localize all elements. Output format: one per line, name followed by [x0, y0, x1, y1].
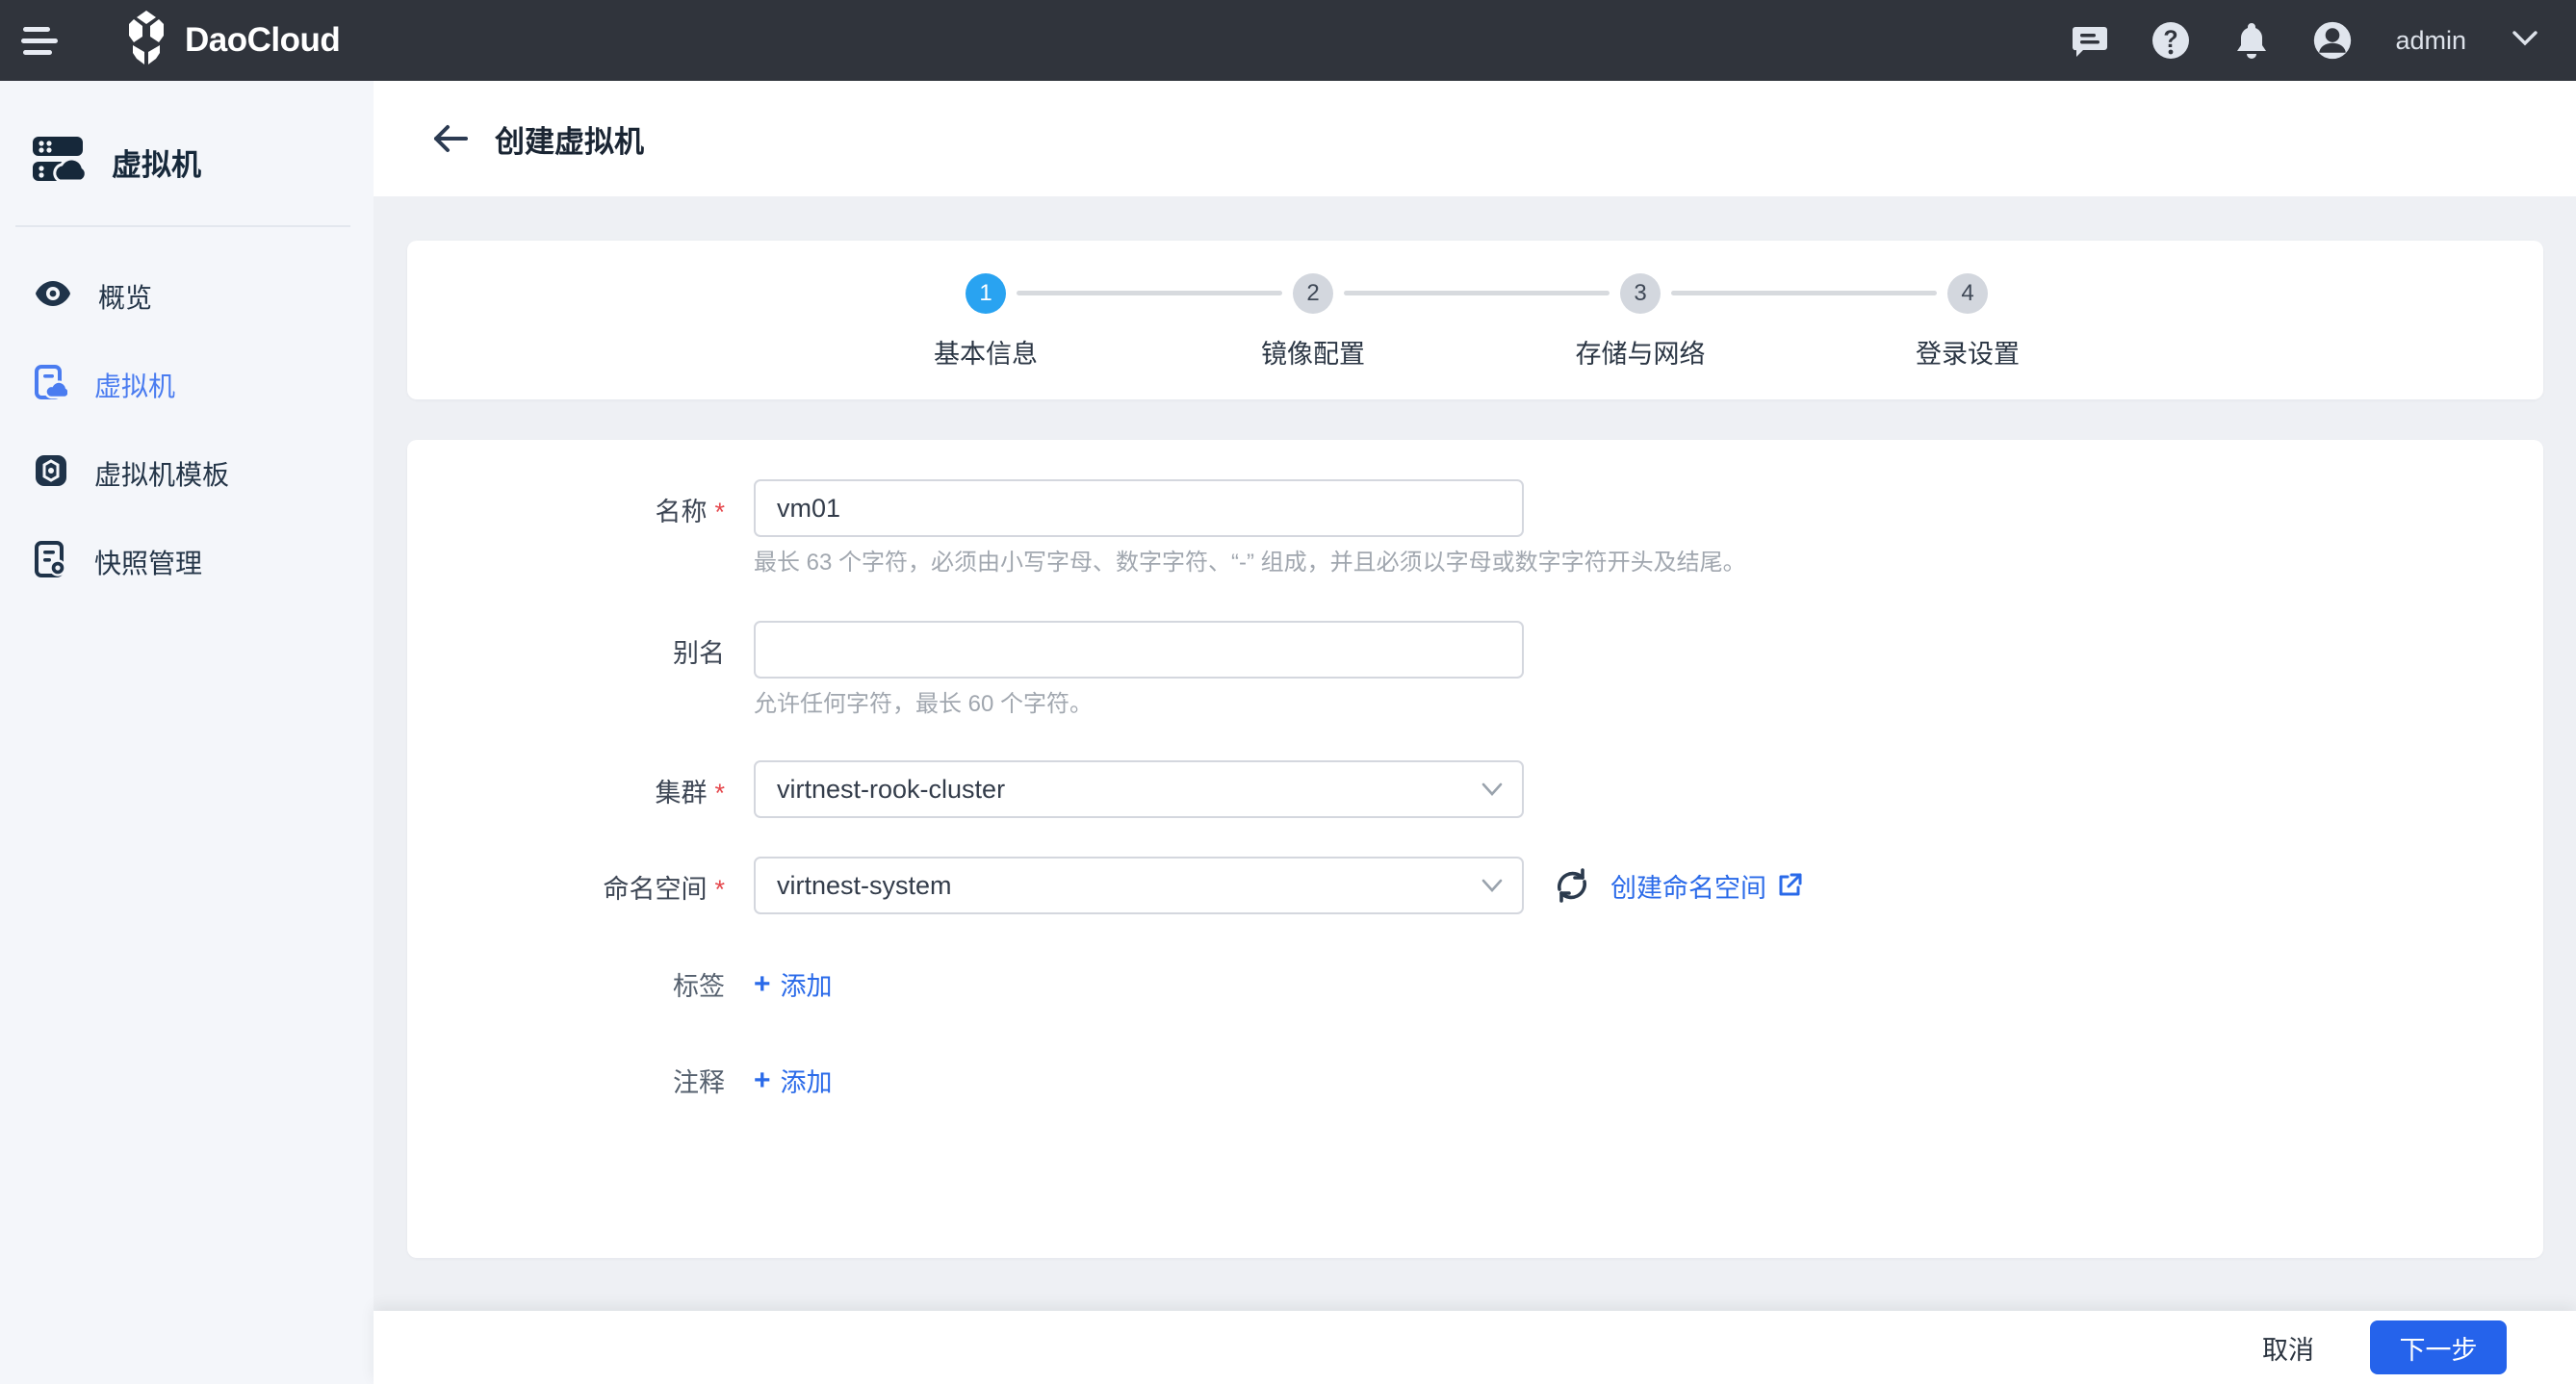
user-avatar[interactable]	[2312, 20, 2353, 61]
sidebar-item-snapshots[interactable]: 快照管理	[0, 518, 374, 606]
eye-icon	[35, 280, 71, 314]
sidebar-item-virtual-machines[interactable]: 虚拟机	[0, 341, 374, 429]
logo-text: DaoCloud	[185, 21, 340, 60]
chevron-down-icon	[1481, 782, 1503, 796]
alias-label: 别名	[407, 621, 725, 670]
cluster-select[interactable]: virtnest-rook-cluster	[754, 760, 1524, 818]
namespace-label: 命名空间*	[407, 857, 725, 906]
menu-toggle-icon[interactable]	[17, 15, 75, 65]
basic-info-form: 名称* 最长 63 个字符，必须由小写字母、数字字符、“-” 组成，并且必须以字…	[407, 440, 2543, 1258]
add-label-button[interactable]: + 添加	[754, 963, 833, 1003]
alias-helper-text: 允许任何字符，最长 60 个字符。	[754, 688, 1524, 721]
step-2-circle: 2	[1293, 273, 1333, 314]
sidebar-item-overview[interactable]: 概览	[0, 252, 374, 341]
namespace-select[interactable]: virtnest-system	[754, 857, 1524, 914]
step-connector	[1344, 291, 1610, 295]
footer-action-bar: 取消 下一步	[374, 1311, 2576, 1384]
step-2-label: 镜像配置	[1149, 333, 1477, 371]
form-row-alias: 别名 允许任何字符，最长 60 个字符。	[407, 621, 2506, 721]
username-label[interactable]: admin	[2395, 26, 2466, 56]
required-asterisk: *	[714, 498, 725, 526]
sidebar-item-label: 虚拟机模板	[94, 454, 229, 493]
page-header: 创建虚拟机	[374, 81, 2576, 196]
name-input[interactable]	[754, 479, 1524, 537]
snapshot-doc-icon	[35, 541, 67, 584]
step-4-label: 登录设置	[1804, 333, 2131, 371]
sidebar-item-label: 概览	[98, 277, 152, 316]
step-1-circle: 1	[966, 273, 1006, 314]
cluster-label: 集群*	[407, 760, 725, 809]
next-step-button[interactable]: 下一步	[2370, 1320, 2507, 1374]
cluster-select-value: virtnest-rook-cluster	[777, 775, 1005, 805]
header-actions: ? admin	[2070, 20, 2537, 61]
sidebar: 虚拟机 概览 虚拟机	[0, 81, 374, 1384]
annotations-label: 注释	[407, 1060, 725, 1099]
step-3-label: 存储与网络	[1477, 333, 1804, 371]
sidebar-item-vm-templates[interactable]: 虚拟机模板	[0, 429, 374, 518]
namespace-select-value: virtnest-system	[777, 871, 952, 901]
plus-icon: +	[754, 1066, 771, 1095]
template-box-icon	[35, 452, 67, 496]
svg-text:?: ?	[2164, 26, 2178, 53]
daocloud-logo-icon	[121, 11, 171, 71]
alias-input[interactable]	[754, 621, 1524, 679]
notifications-bell-icon[interactable]	[2231, 20, 2272, 61]
sidebar-divider	[15, 225, 350, 227]
sidebar-nav: 概览 虚拟机 虚拟机模板	[0, 252, 374, 606]
create-namespace-link[interactable]: 创建命名空间	[1610, 867, 1803, 905]
add-annotation-button[interactable]: + 添加	[754, 1060, 833, 1099]
step-connector	[1671, 291, 1937, 295]
step-connector	[1017, 291, 1282, 295]
daocloud-logo: DaoCloud	[121, 11, 340, 71]
sidebar-title-label: 虚拟机	[112, 141, 201, 184]
cancel-button[interactable]: 取消	[2262, 1329, 2314, 1367]
page-title: 创建虚拟机	[495, 117, 644, 161]
form-row-annotations: 注释 + 添加	[407, 1060, 2506, 1099]
form-row-labels: 标签 + 添加	[407, 963, 2506, 1003]
stepper: 1 2 3 4 基本信息 镜像配置 存储与网络 登录设置	[407, 241, 2543, 399]
form-row-namespace: 命名空间* virtnest-system 创建命名空间	[407, 857, 2506, 914]
external-link-icon	[1776, 872, 1803, 899]
help-icon[interactable]: ?	[2151, 20, 2191, 61]
sidebar-item-label: 快照管理	[94, 543, 202, 581]
labels-label: 标签	[407, 963, 725, 1003]
refresh-icon[interactable]	[1551, 864, 1593, 907]
sidebar-item-label: 虚拟机	[94, 366, 175, 404]
chevron-down-icon	[1481, 879, 1503, 892]
name-helper-text: 最长 63 个字符，必须由小写字母、数字字符、“-” 组成，并且必须以字母或数字…	[754, 547, 1746, 579]
step-4-circle: 4	[1947, 273, 1988, 314]
main-content: 1 2 3 4 基本信息 镜像配置 存储与网络 登录设置 名称* 最长 63 个…	[374, 196, 2576, 1311]
vm-module-icon	[31, 135, 89, 190]
form-row-cluster: 集群* virtnest-rook-cluster	[407, 760, 2506, 818]
feedback-icon[interactable]	[2070, 20, 2110, 61]
name-label: 名称*	[407, 479, 725, 528]
vm-doc-cloud-icon	[35, 365, 67, 406]
form-row-name: 名称* 最长 63 个字符，必须由小写字母、数字字符、“-” 组成，并且必须以字…	[407, 479, 2506, 579]
step-1-label: 基本信息	[822, 333, 1149, 371]
app-header: DaoCloud ?	[0, 0, 2576, 81]
chevron-down-icon[interactable]	[2512, 31, 2537, 51]
sidebar-title: 虚拟机	[0, 81, 374, 196]
plus-icon: +	[754, 970, 771, 999]
required-asterisk: *	[714, 779, 725, 807]
back-arrow-icon[interactable]	[429, 117, 472, 160]
step-3-circle: 3	[1620, 273, 1661, 314]
required-asterisk: *	[714, 875, 725, 904]
